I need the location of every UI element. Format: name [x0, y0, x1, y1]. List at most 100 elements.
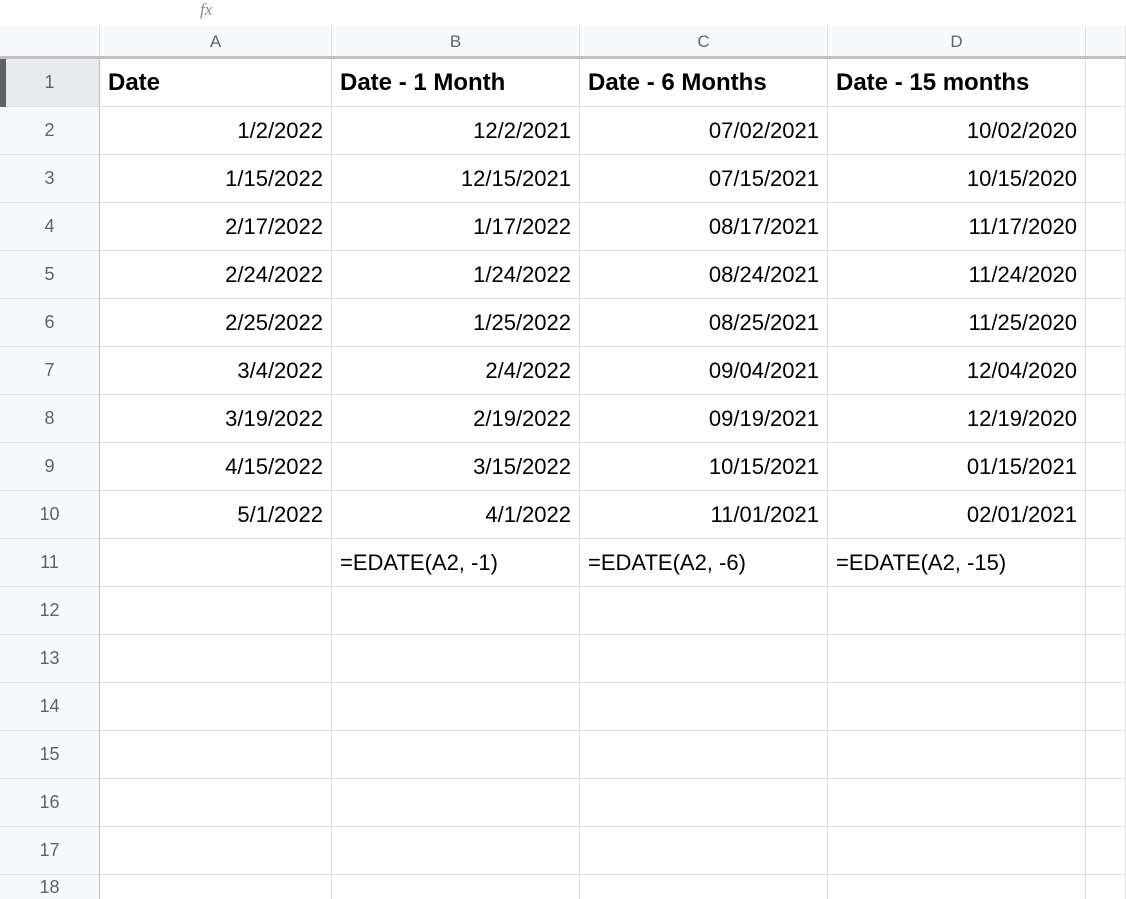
- cell-e10[interactable]: [1086, 491, 1126, 539]
- row-header-18[interactable]: 18: [0, 875, 100, 899]
- fx-label[interactable]: fx: [200, 0, 212, 20]
- cell-a16[interactable]: [100, 779, 332, 827]
- row-header-15[interactable]: 15: [0, 731, 100, 779]
- cell-a12[interactable]: [100, 587, 332, 635]
- cell-a10[interactable]: 5/1/2022: [100, 491, 332, 539]
- cell-b17[interactable]: [332, 827, 580, 875]
- cell-a15[interactable]: [100, 731, 332, 779]
- cell-a11[interactable]: [100, 539, 332, 587]
- cell-d3[interactable]: 10/15/2020: [828, 155, 1086, 203]
- column-header-a[interactable]: A: [100, 26, 332, 58]
- cell-a9[interactable]: 4/15/2022: [100, 443, 332, 491]
- row-header-2[interactable]: 2: [0, 107, 100, 155]
- column-header-c[interactable]: C: [580, 26, 828, 58]
- cell-a14[interactable]: [100, 683, 332, 731]
- cell-e3[interactable]: [1086, 155, 1126, 203]
- cell-e7[interactable]: [1086, 347, 1126, 395]
- cell-a4[interactable]: 2/17/2022: [100, 203, 332, 251]
- cell-c12[interactable]: [580, 587, 828, 635]
- cell-d17[interactable]: [828, 827, 1086, 875]
- cell-d9[interactable]: 01/15/2021: [828, 443, 1086, 491]
- cell-b15[interactable]: [332, 731, 580, 779]
- row-header-6[interactable]: 6: [0, 299, 100, 347]
- cell-d11[interactable]: =EDATE(A2, -15): [828, 539, 1086, 587]
- cell-d4[interactable]: 11/17/2020: [828, 203, 1086, 251]
- cell-c5[interactable]: 08/24/2021: [580, 251, 828, 299]
- cell-e4[interactable]: [1086, 203, 1126, 251]
- cell-a1[interactable]: Date: [100, 59, 332, 107]
- cell-c14[interactable]: [580, 683, 828, 731]
- cell-a6[interactable]: 2/25/2022: [100, 299, 332, 347]
- cell-c2[interactable]: 07/02/2021: [580, 107, 828, 155]
- row-header-5[interactable]: 5: [0, 251, 100, 299]
- row-header-4[interactable]: 4: [0, 203, 100, 251]
- cell-a2[interactable]: 1/2/2022: [100, 107, 332, 155]
- cell-c9[interactable]: 10/15/2021: [580, 443, 828, 491]
- column-header-b[interactable]: B: [332, 26, 580, 58]
- column-header-e[interactable]: [1086, 26, 1126, 58]
- cell-b4[interactable]: 1/17/2022: [332, 203, 580, 251]
- cell-d2[interactable]: 10/02/2020: [828, 107, 1086, 155]
- cell-b10[interactable]: 4/1/2022: [332, 491, 580, 539]
- row-header-11[interactable]: 11: [0, 539, 100, 587]
- cell-e11[interactable]: [1086, 539, 1126, 587]
- cell-c17[interactable]: [580, 827, 828, 875]
- row-header-8[interactable]: 8: [0, 395, 100, 443]
- cell-c7[interactable]: 09/04/2021: [580, 347, 828, 395]
- cell-a17[interactable]: [100, 827, 332, 875]
- row-header-1[interactable]: 1: [0, 59, 100, 107]
- cell-d13[interactable]: [828, 635, 1086, 683]
- cell-a5[interactable]: 2/24/2022: [100, 251, 332, 299]
- cell-e9[interactable]: [1086, 443, 1126, 491]
- cell-d7[interactable]: 12/04/2020: [828, 347, 1086, 395]
- row-header-14[interactable]: 14: [0, 683, 100, 731]
- cell-b1[interactable]: Date - 1 Month: [332, 59, 580, 107]
- select-all-corner[interactable]: [0, 26, 100, 58]
- cell-a7[interactable]: 3/4/2022: [100, 347, 332, 395]
- cell-e18[interactable]: [1086, 875, 1126, 899]
- cell-a3[interactable]: 1/15/2022: [100, 155, 332, 203]
- cell-b13[interactable]: [332, 635, 580, 683]
- cell-b2[interactable]: 12/2/2021: [332, 107, 580, 155]
- cell-c10[interactable]: 11/01/2021: [580, 491, 828, 539]
- cell-b7[interactable]: 2/4/2022: [332, 347, 580, 395]
- row-header-10[interactable]: 10: [0, 491, 100, 539]
- cell-d14[interactable]: [828, 683, 1086, 731]
- cell-d8[interactable]: 12/19/2020: [828, 395, 1086, 443]
- cell-b8[interactable]: 2/19/2022: [332, 395, 580, 443]
- cell-d18[interactable]: [828, 875, 1086, 899]
- cell-a8[interactable]: 3/19/2022: [100, 395, 332, 443]
- row-header-12[interactable]: 12: [0, 587, 100, 635]
- cell-d6[interactable]: 11/25/2020: [828, 299, 1086, 347]
- cell-e2[interactable]: [1086, 107, 1126, 155]
- cell-b18[interactable]: [332, 875, 580, 899]
- cell-d16[interactable]: [828, 779, 1086, 827]
- cell-a18[interactable]: [100, 875, 332, 899]
- cell-b5[interactable]: 1/24/2022: [332, 251, 580, 299]
- cell-e13[interactable]: [1086, 635, 1126, 683]
- cell-e1[interactable]: [1086, 59, 1126, 107]
- column-header-d[interactable]: D: [828, 26, 1086, 58]
- cell-b3[interactable]: 12/15/2021: [332, 155, 580, 203]
- cell-e14[interactable]: [1086, 683, 1126, 731]
- cell-b14[interactable]: [332, 683, 580, 731]
- cell-e5[interactable]: [1086, 251, 1126, 299]
- cell-d1[interactable]: Date - 15 months: [828, 59, 1086, 107]
- cell-e16[interactable]: [1086, 779, 1126, 827]
- row-header-7[interactable]: 7: [0, 347, 100, 395]
- cell-c4[interactable]: 08/17/2021: [580, 203, 828, 251]
- row-header-17[interactable]: 17: [0, 827, 100, 875]
- cell-a13[interactable]: [100, 635, 332, 683]
- cell-b11[interactable]: =EDATE(A2, -1): [332, 539, 580, 587]
- cell-b6[interactable]: 1/25/2022: [332, 299, 580, 347]
- cell-d15[interactable]: [828, 731, 1086, 779]
- cell-e6[interactable]: [1086, 299, 1126, 347]
- cell-c11[interactable]: =EDATE(A2, -6): [580, 539, 828, 587]
- cell-c13[interactable]: [580, 635, 828, 683]
- cell-b12[interactable]: [332, 587, 580, 635]
- cell-d12[interactable]: [828, 587, 1086, 635]
- cell-c3[interactable]: 07/15/2021: [580, 155, 828, 203]
- row-header-9[interactable]: 9: [0, 443, 100, 491]
- row-header-13[interactable]: 13: [0, 635, 100, 683]
- cell-e12[interactable]: [1086, 587, 1126, 635]
